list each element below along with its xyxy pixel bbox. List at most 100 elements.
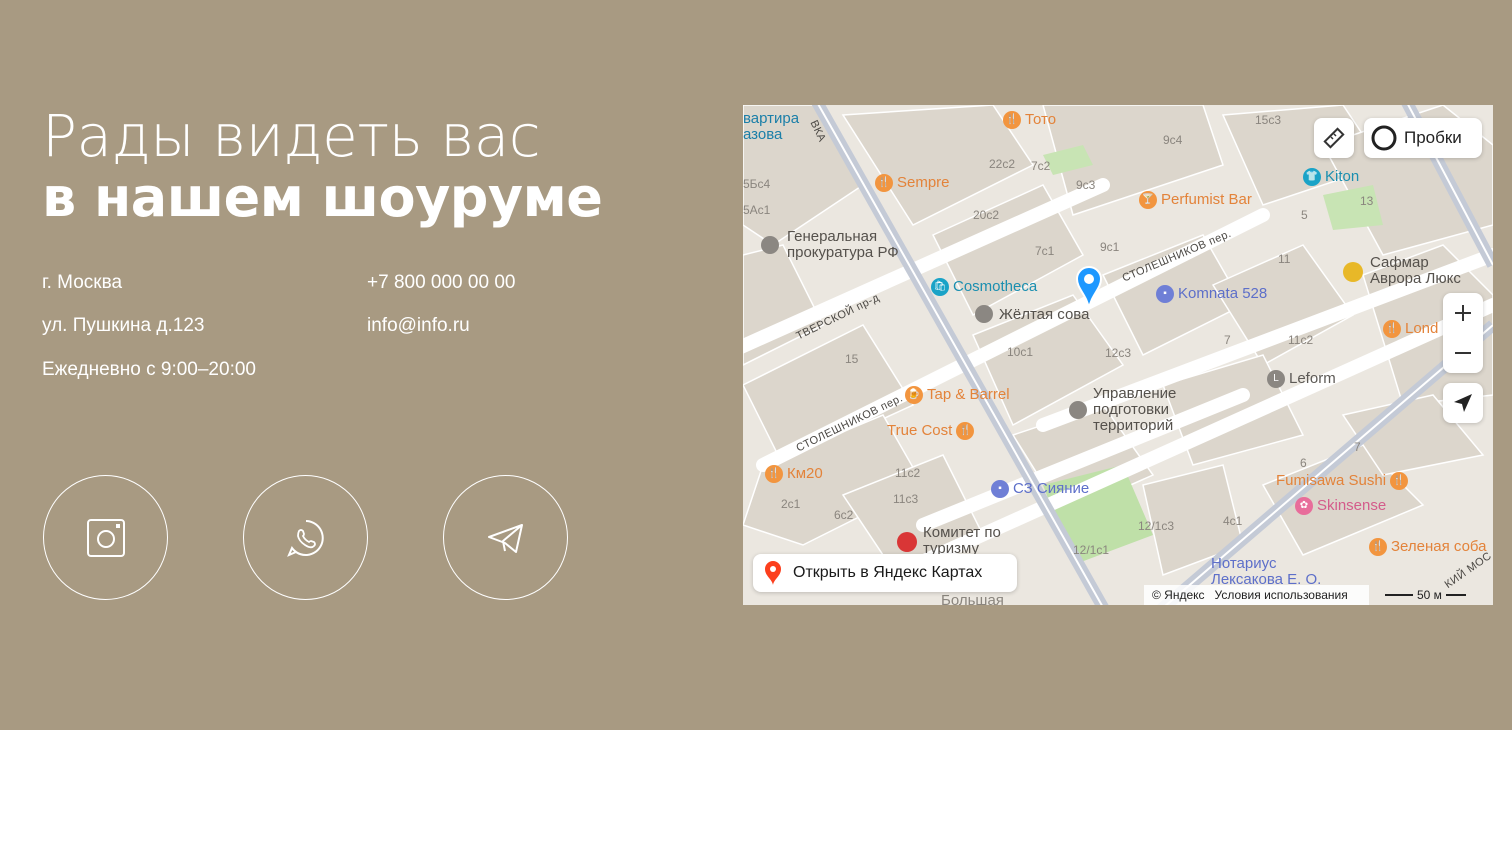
clothes-icon: 👕	[1303, 168, 1321, 186]
zoom-out-button[interactable]	[1443, 333, 1483, 373]
house-number: 6с2	[834, 508, 854, 522]
label-upravlenie-3: территорий	[1093, 417, 1174, 434]
poi-cosmotheca[interactable]: 🛍 Cosmotheca	[931, 278, 1037, 296]
navigation-arrow-icon	[1454, 394, 1472, 412]
house-number: 2с1	[781, 497, 801, 511]
metro-icon	[897, 532, 917, 552]
scale-bar-end	[1445, 594, 1466, 596]
house-number: 11с3	[893, 492, 919, 506]
house-number: 22с2	[989, 157, 1016, 171]
label-upravlenie-2: подготовки	[1093, 401, 1169, 418]
label-upravlenie-1: Управление	[1093, 385, 1177, 402]
bar-icon: 🍺	[905, 386, 923, 404]
geolocation-button[interactable]	[1443, 383, 1483, 423]
terms-link[interactable]: Условия использования	[1215, 588, 1348, 602]
label-safmar-2: Аврора Люкс	[1370, 270, 1461, 287]
restaurant-icon: 🍴	[956, 422, 975, 440]
poi-skinsense[interactable]: ✿ Skinsense	[1295, 497, 1386, 515]
house-number: 15	[845, 352, 859, 366]
shop-icon: 🛍	[931, 278, 949, 296]
poi-zelenaya-soba[interactable]: 🍴 Зеленая соба	[1369, 538, 1487, 556]
poi-true-cost[interactable]: True Cost 🍴	[887, 422, 975, 440]
restaurant-icon: 🍴	[765, 465, 783, 483]
restaurant-icon: 🍴	[875, 174, 893, 192]
title-line-1: Рады видеть вас	[42, 102, 541, 170]
briefcase-icon: ▪	[991, 480, 1009, 498]
house-number: 11с2	[895, 466, 921, 480]
restaurant-icon: 🍴	[1369, 538, 1387, 556]
ruler-button[interactable]	[1314, 118, 1354, 158]
poi-sempre[interactable]: 🍴 Sempre	[875, 174, 950, 192]
house-number: 20с2	[973, 208, 1000, 222]
scale-label: 50 м	[1417, 588, 1442, 602]
restaurant-icon: 🍴	[1390, 472, 1409, 490]
map-pin-icon	[765, 561, 781, 585]
house-number: 5Ас1	[743, 203, 771, 217]
poi-fumisawa-sushi[interactable]: Fumisawa Sushi 🍴	[1276, 472, 1409, 490]
poi-kiton[interactable]: 👕 Kiton	[1303, 168, 1359, 186]
poi-siyanie[interactable]: ▪ СЗ Сияние	[991, 480, 1089, 498]
map-scale: 50 м	[1385, 588, 1466, 602]
poi-lond[interactable]: 🍴 Lond	[1383, 320, 1438, 338]
house-number: 13	[1360, 194, 1374, 208]
map-copyright: © Яндекс Условия использования	[1144, 585, 1369, 605]
poi-toto[interactable]: 🍴 Тото	[1003, 111, 1056, 129]
house-number: 7с2	[1031, 159, 1051, 173]
label-bolshaya: Большая	[941, 592, 1004, 606]
ruler-icon	[1323, 127, 1345, 149]
poi-tap-barrel[interactable]: 🍺 Tap & Barrel	[905, 386, 1010, 404]
government-icon	[761, 236, 779, 254]
label-prokuratura-1: Генеральная	[787, 228, 878, 245]
briefcase-icon: ▪	[1156, 285, 1174, 303]
open-map-label: Открыть в Яндекс Картах	[793, 564, 983, 581]
house-number: 7	[1354, 440, 1361, 454]
poi-komnata-528[interactable]: ▪ Komnata 528	[1156, 285, 1267, 303]
telegram-button[interactable]	[443, 475, 568, 600]
zoom-in-button[interactable]	[1443, 293, 1483, 333]
house-number: 12/1с1	[1073, 543, 1110, 557]
house-number: 12с3	[1105, 346, 1132, 360]
traffic-button[interactable]: Пробки	[1364, 118, 1482, 158]
telegram-icon	[487, 523, 523, 553]
house-number: 11с2	[1288, 333, 1314, 347]
open-in-yandex-maps-button[interactable]: Открыть в Яндекс Картах	[753, 554, 1017, 592]
instagram-button[interactable]	[43, 475, 168, 600]
label-prokuratura-2: прокуратура РФ	[787, 244, 899, 261]
email-link[interactable]: info@info.ru	[367, 315, 470, 337]
whatsapp-icon	[286, 519, 324, 557]
flag-icon	[1069, 401, 1087, 419]
house-number: 12/1с3	[1138, 519, 1175, 533]
address-text: ул. Пушкина д.123	[42, 315, 205, 336]
poi-perfumist-bar[interactable]: 🍸 Perfumist Bar	[1139, 191, 1252, 209]
phone-link[interactable]: +7 800 000 00 00	[367, 272, 515, 294]
beauty-icon: ✿	[1295, 497, 1313, 515]
yandex-map[interactable]: вартира азова Генеральная прокуратура РФ…	[743, 105, 1493, 605]
title-line-2: в нашем шоуруме	[42, 166, 603, 229]
house-number: 9с1	[1100, 240, 1120, 254]
house-number: 9с3	[1076, 178, 1096, 192]
zoom-control	[1443, 293, 1483, 373]
location-pin-icon[interactable]	[1074, 265, 1104, 311]
label-komitet-1: Комитет по	[923, 524, 1001, 541]
minus-icon	[1455, 352, 1471, 354]
instagram-icon	[86, 518, 125, 557]
house-number: 10с1	[1007, 345, 1034, 359]
label-notarius-1: Нотариус	[1211, 555, 1277, 572]
bar-icon: 🍸	[1139, 191, 1157, 209]
poi-km20[interactable]: 🍴 Км20	[765, 465, 823, 483]
house-number: 4с1	[1223, 514, 1243, 528]
house-number: 7с1	[1035, 244, 1055, 258]
building-icon	[975, 305, 993, 323]
house-number: 9с4	[1163, 133, 1183, 147]
whatsapp-button[interactable]	[243, 475, 368, 600]
poi-leform[interactable]: L Leform	[1267, 370, 1336, 388]
house-number: 5	[1301, 208, 1308, 222]
restaurant-icon: 🍴	[1003, 111, 1021, 129]
scale-bar	[1385, 594, 1413, 596]
plus-icon	[1455, 305, 1471, 321]
house-number: 6	[1300, 456, 1307, 470]
traffic-icon	[1371, 125, 1397, 151]
house-number: 15с3	[1255, 113, 1282, 127]
house-number: 7	[1224, 333, 1231, 347]
showroom-section: Рады видеть вас в нашем шоуруме г. Москв…	[0, 0, 1512, 730]
